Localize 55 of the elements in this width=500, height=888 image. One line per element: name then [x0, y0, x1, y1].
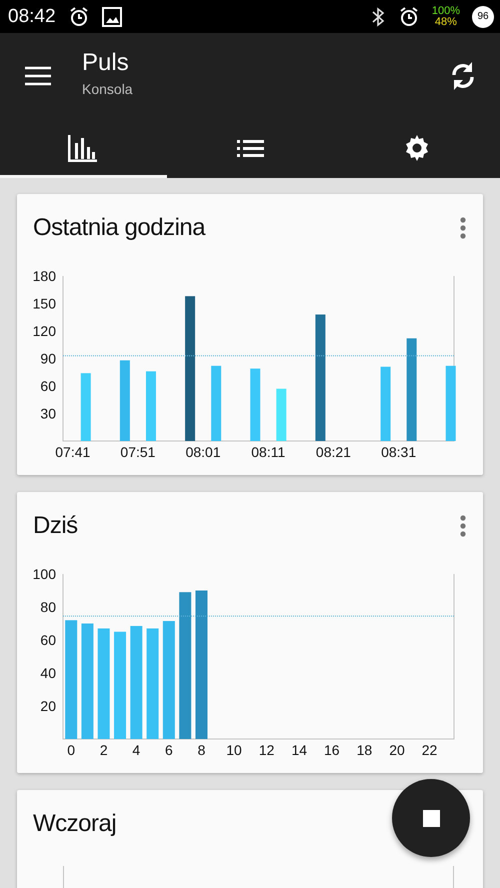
- axis-label: 100: [32, 566, 56, 582]
- axis-label: 16: [324, 742, 340, 758]
- axis-label: 08:31: [381, 444, 416, 460]
- axis-label: 22: [422, 742, 438, 758]
- axis-label: 4: [132, 742, 140, 758]
- axis-label: 6: [165, 742, 173, 758]
- axis-label: 60: [40, 378, 56, 394]
- axis-label: 80: [40, 599, 56, 615]
- axis-label: 12: [258, 742, 274, 758]
- list-icon: [236, 138, 264, 158]
- axis-label: 08:01: [186, 444, 221, 460]
- more-button[interactable]: [460, 515, 466, 537]
- axis-label: 20: [40, 698, 56, 714]
- axis-label: 18: [356, 742, 372, 758]
- axis-label: 90: [40, 350, 56, 366]
- battery-percent: 48%: [434, 16, 457, 28]
- bar-chart-icon: [68, 134, 98, 162]
- axis-label: 150: [32, 296, 56, 312]
- axis-label: 120: [32, 323, 56, 339]
- bluetooth-icon: [370, 6, 386, 28]
- axis-label: 30: [40, 406, 56, 422]
- card-title: Dziś: [33, 512, 78, 540]
- axis-label: 08:11: [251, 444, 286, 460]
- axis-label: 14: [291, 742, 308, 758]
- axis-label: 180: [32, 268, 56, 284]
- stop-icon: [422, 810, 440, 826]
- axis-label: 8: [198, 742, 206, 758]
- more-button[interactable]: [460, 217, 466, 239]
- app-title: Puls: [82, 48, 130, 76]
- chart-bar: [80, 373, 91, 441]
- counter-badge: 96: [472, 6, 494, 28]
- more-icon: [460, 515, 466, 537]
- axis-label: 07:41: [55, 444, 90, 460]
- chart-bar: [276, 388, 286, 441]
- more-icon: [460, 217, 466, 239]
- axis-label: 0: [67, 742, 76, 758]
- menu-button[interactable]: [25, 66, 51, 86]
- alarm-icon: [68, 6, 90, 27]
- axis-label: 07:51: [120, 444, 156, 460]
- settings-icon: [404, 135, 430, 161]
- clock-time: 08:42: [8, 6, 56, 28]
- axis-label: 2: [100, 742, 108, 758]
- charge-percent: 100%: [432, 6, 460, 16]
- menu-icon: [25, 66, 51, 86]
- axis-label: 40: [40, 665, 56, 681]
- alarm-icon: [398, 6, 420, 27]
- axis-label: 10: [226, 742, 242, 758]
- app-subtitle: Konsola: [82, 80, 134, 96]
- card-title: Wczoraj: [33, 810, 116, 838]
- chart-bar: [146, 371, 156, 441]
- axis-label: 08:21: [316, 444, 351, 460]
- card-title: Ostatnia godzina: [33, 214, 206, 242]
- image-icon: [102, 6, 122, 26]
- axis-label: 60: [40, 632, 56, 648]
- axis-label: 20: [389, 742, 405, 758]
